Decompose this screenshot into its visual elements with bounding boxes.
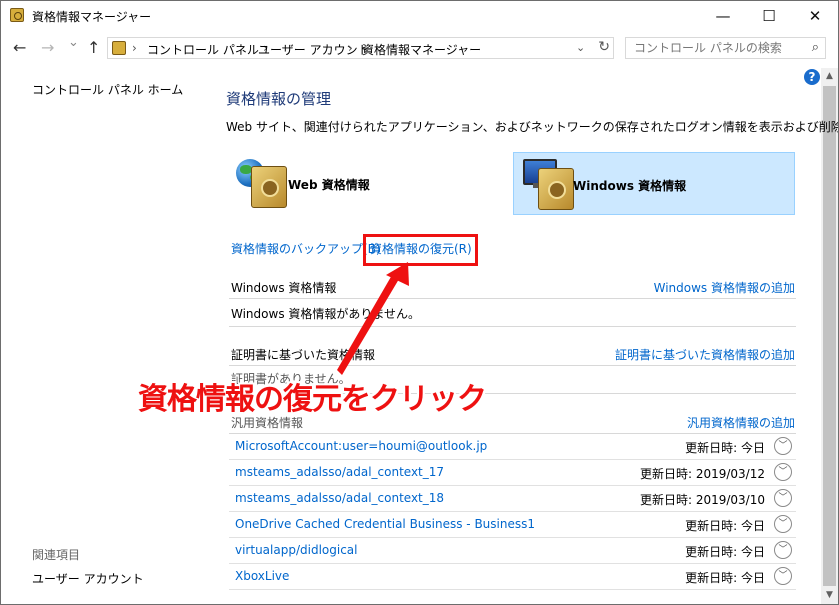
- annotation-text: 資格情報の復元をクリック: [138, 382, 487, 417]
- annotation-arrow: [337, 262, 409, 375]
- credential-manager-window: 資格情報マネージャー — ☐ ✕ ← → ⌄ ↑ › コントロール パネル › …: [0, 0, 839, 605]
